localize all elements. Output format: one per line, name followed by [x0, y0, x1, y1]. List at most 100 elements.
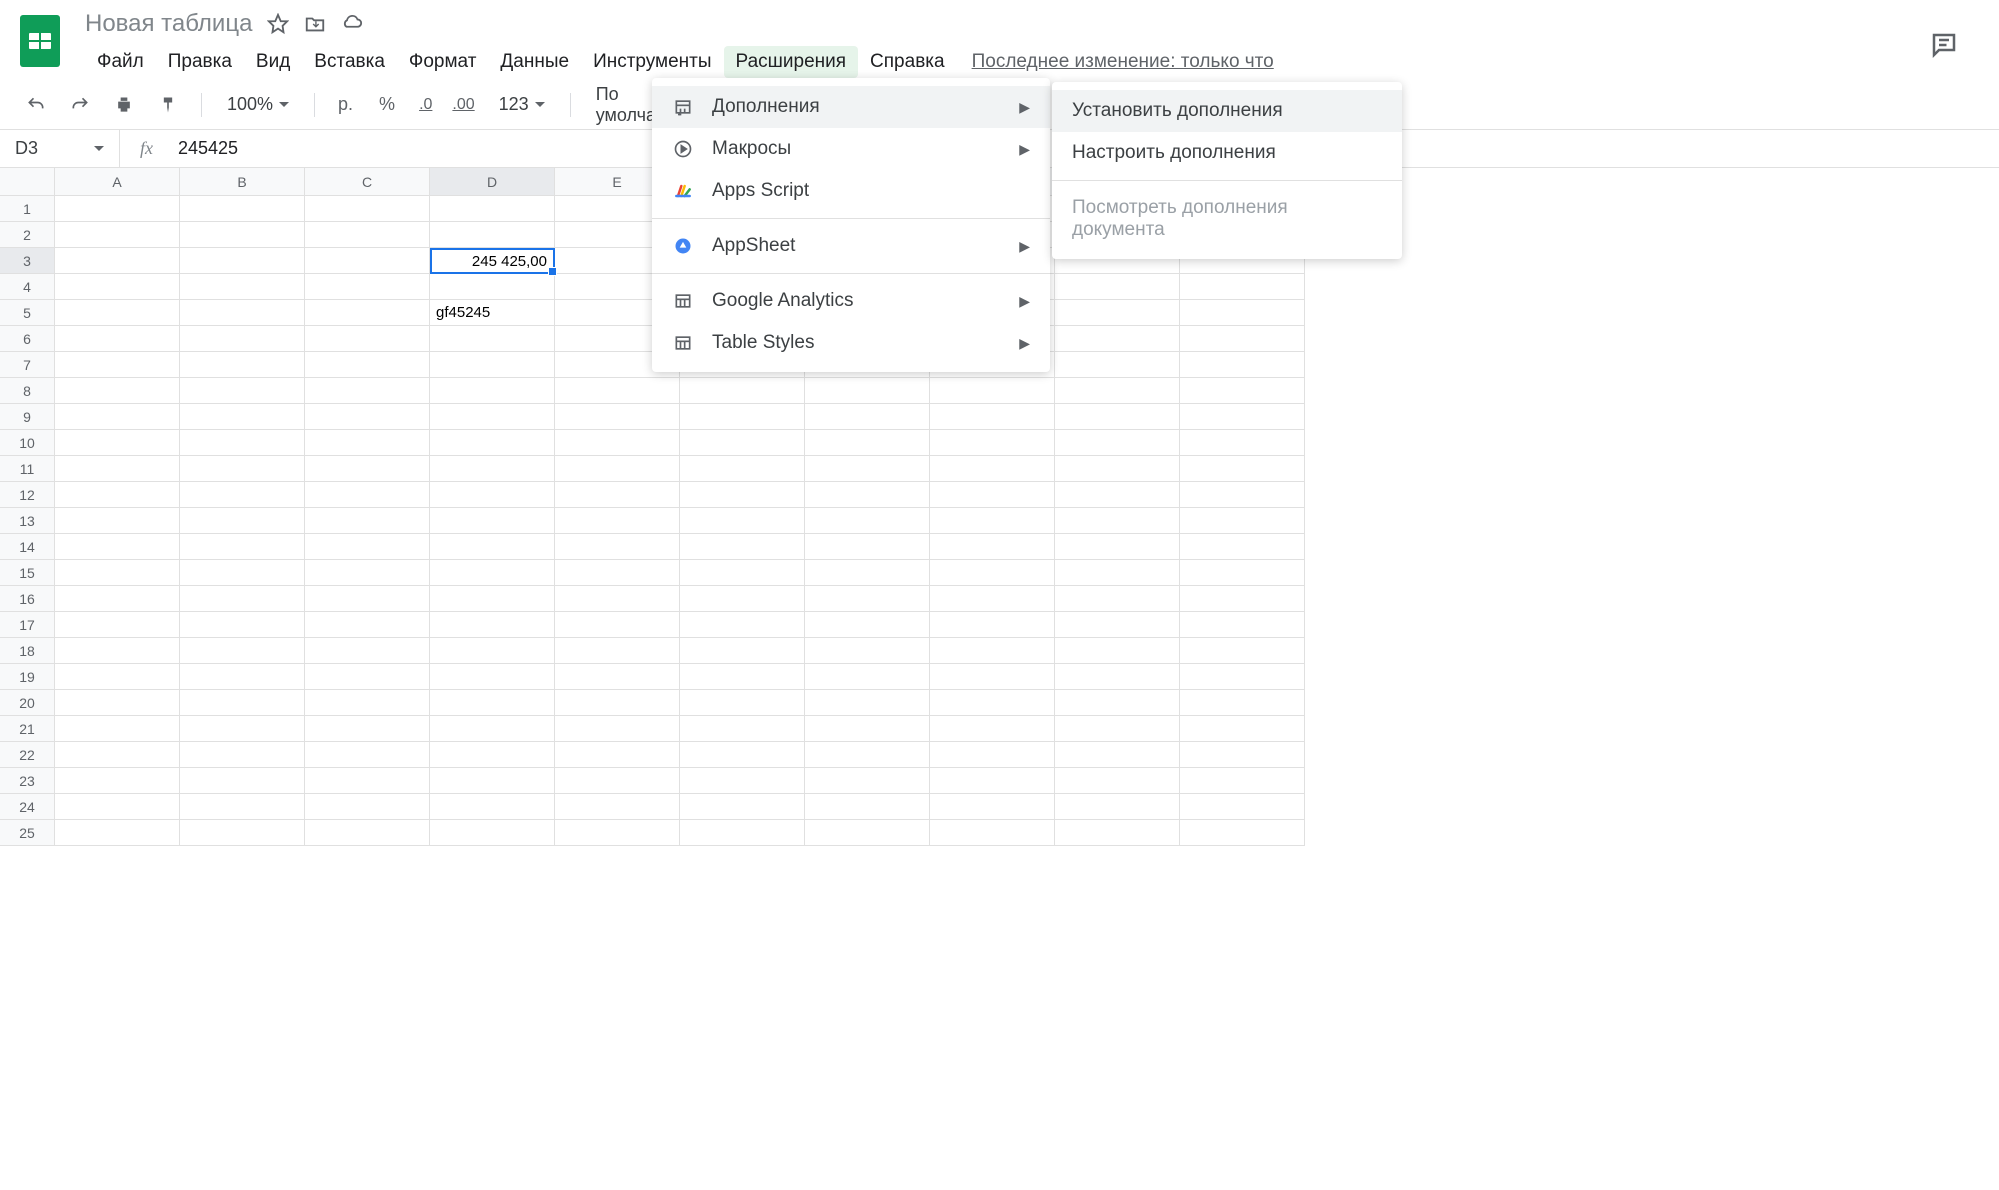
cell[interactable]: [55, 638, 180, 664]
cell[interactable]: [55, 794, 180, 820]
number-format-dropdown[interactable]: 123: [491, 90, 553, 119]
cell[interactable]: [1055, 768, 1180, 794]
cell[interactable]: [1055, 300, 1180, 326]
cell[interactable]: [430, 222, 555, 248]
print-button[interactable]: [108, 89, 140, 121]
cell[interactable]: [305, 794, 430, 820]
row-header[interactable]: 22: [0, 742, 55, 768]
cell[interactable]: [555, 664, 680, 690]
cell[interactable]: [305, 508, 430, 534]
menu-format[interactable]: Формат: [397, 46, 489, 78]
cell[interactable]: [930, 716, 1055, 742]
submenu-install-addons[interactable]: Установить дополнения: [1052, 90, 1402, 132]
cell[interactable]: [805, 482, 930, 508]
cell[interactable]: [555, 534, 680, 560]
cell[interactable]: [430, 612, 555, 638]
cell[interactable]: [930, 586, 1055, 612]
cell[interactable]: [305, 638, 430, 664]
cell[interactable]: [1180, 690, 1305, 716]
cell[interactable]: [680, 482, 805, 508]
cell[interactable]: [1180, 404, 1305, 430]
cell[interactable]: [555, 378, 680, 404]
cell[interactable]: [680, 404, 805, 430]
column-header[interactable]: B: [180, 168, 305, 196]
cell[interactable]: [680, 794, 805, 820]
cell[interactable]: [430, 586, 555, 612]
cell[interactable]: [1055, 664, 1180, 690]
menu-edit[interactable]: Правка: [156, 46, 244, 78]
cell[interactable]: [55, 586, 180, 612]
paint-format-button[interactable]: [152, 89, 184, 121]
currency-button[interactable]: р.: [332, 89, 359, 121]
cell[interactable]: [1180, 534, 1305, 560]
cell[interactable]: [680, 820, 805, 846]
cell[interactable]: [805, 430, 930, 456]
cell[interactable]: [555, 820, 680, 846]
cell[interactable]: [805, 508, 930, 534]
cell[interactable]: [430, 820, 555, 846]
cell[interactable]: [430, 534, 555, 560]
star-icon[interactable]: [267, 13, 289, 35]
cell[interactable]: [805, 820, 930, 846]
cell[interactable]: [180, 612, 305, 638]
cell[interactable]: [805, 378, 930, 404]
cell[interactable]: [930, 560, 1055, 586]
menu-table-styles[interactable]: Table Styles ▶: [652, 322, 1050, 364]
cell[interactable]: gf45245: [430, 300, 555, 326]
document-title[interactable]: Новая таблица: [85, 10, 252, 38]
cell[interactable]: [1180, 508, 1305, 534]
cell[interactable]: [930, 820, 1055, 846]
row-header[interactable]: 11: [0, 456, 55, 482]
cell[interactable]: [680, 586, 805, 612]
cell[interactable]: [930, 508, 1055, 534]
cell[interactable]: [430, 716, 555, 742]
cell-name-box[interactable]: D3: [0, 130, 120, 167]
cell[interactable]: [180, 248, 305, 274]
cell[interactable]: [430, 404, 555, 430]
cell[interactable]: [305, 768, 430, 794]
cell[interactable]: [1055, 794, 1180, 820]
cell[interactable]: [430, 768, 555, 794]
row-header[interactable]: 5: [0, 300, 55, 326]
cell[interactable]: [930, 742, 1055, 768]
increase-decimal-button[interactable]: .00: [448, 89, 478, 121]
row-header[interactable]: 8: [0, 378, 55, 404]
cell[interactable]: [1055, 508, 1180, 534]
cell[interactable]: [805, 612, 930, 638]
cell[interactable]: [180, 742, 305, 768]
cell[interactable]: [555, 508, 680, 534]
cell[interactable]: [680, 716, 805, 742]
cell[interactable]: [305, 248, 430, 274]
cell[interactable]: [55, 430, 180, 456]
cell[interactable]: [305, 482, 430, 508]
row-header[interactable]: 14: [0, 534, 55, 560]
cell[interactable]: [180, 820, 305, 846]
decrease-decimal-button[interactable]: .0: [415, 89, 436, 121]
cell[interactable]: [430, 482, 555, 508]
cell[interactable]: [1055, 820, 1180, 846]
cell[interactable]: [305, 222, 430, 248]
cell[interactable]: [805, 534, 930, 560]
cell[interactable]: [55, 378, 180, 404]
row-header[interactable]: 23: [0, 768, 55, 794]
cell[interactable]: [805, 716, 930, 742]
row-header[interactable]: 4: [0, 274, 55, 300]
cell[interactable]: [1055, 482, 1180, 508]
cell[interactable]: [1180, 612, 1305, 638]
cell[interactable]: [555, 482, 680, 508]
cell[interactable]: [180, 560, 305, 586]
cell[interactable]: [1055, 612, 1180, 638]
column-header[interactable]: A: [55, 168, 180, 196]
cell[interactable]: [1180, 560, 1305, 586]
cell[interactable]: [430, 456, 555, 482]
cell[interactable]: [430, 274, 555, 300]
cell[interactable]: [55, 820, 180, 846]
cell[interactable]: [1180, 430, 1305, 456]
cell[interactable]: [305, 820, 430, 846]
cell[interactable]: [430, 664, 555, 690]
cell[interactable]: [1055, 716, 1180, 742]
column-header[interactable]: D: [430, 168, 555, 196]
cell[interactable]: [555, 690, 680, 716]
cell[interactable]: [930, 430, 1055, 456]
cell[interactable]: [680, 690, 805, 716]
